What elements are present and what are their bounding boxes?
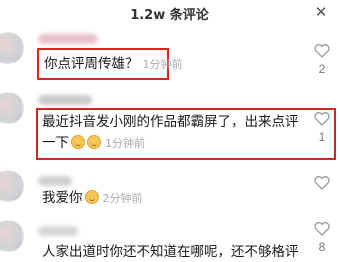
like-count: 8 xyxy=(318,240,326,254)
comment-body: 人家出道时你还不知道在哪呢，还不够格评 xyxy=(42,244,299,260)
smile-emoji-icon xyxy=(71,135,85,149)
heart-icon xyxy=(314,176,330,190)
comment-item: 你点评周传雄？ 1分钟前 2 xyxy=(0,30,339,90)
comments-header: 1.2w 条评论 ✕ xyxy=(0,0,339,26)
like-button[interactable]: 8 xyxy=(311,222,333,254)
comment-body: 你点评周传雄？ xyxy=(44,56,139,72)
comment-text: 我爱你 2分钟前 xyxy=(42,188,143,209)
username-redacted xyxy=(38,226,78,236)
close-icon[interactable]: ✕ xyxy=(313,4,329,20)
comment-body: 我爱你 xyxy=(42,190,83,206)
like-count: 1 xyxy=(318,130,326,144)
comment-time: 1分钟前 xyxy=(105,137,145,150)
comment-text: 最近抖音发小刚的作品都霸屏了，出来点评 一下 1分钟前 xyxy=(42,112,299,154)
avatar[interactable] xyxy=(0,170,24,202)
like-button[interactable] xyxy=(311,176,333,190)
heart-icon xyxy=(314,222,330,236)
heart-icon xyxy=(314,44,330,58)
avatar[interactable] xyxy=(0,32,24,64)
comments-count-title: 1.2w 条评论 xyxy=(130,8,209,23)
comment-body-line2: 一下 xyxy=(42,135,69,151)
comment-item: 最近抖音发小刚的作品都霸屏了，出来点评 一下 1分钟前 1 xyxy=(0,92,339,164)
smile-emoji-icon xyxy=(84,190,99,204)
username-redacted xyxy=(38,34,98,44)
avatar[interactable] xyxy=(0,220,24,252)
comment-time: 2分钟前 xyxy=(102,192,143,205)
heart-icon xyxy=(314,112,330,126)
comment-body-line1: 最近抖音发小刚的作品都霸屏了，出来点评 xyxy=(42,114,299,130)
username-redacted xyxy=(38,176,72,186)
comment-time: 1分钟前 xyxy=(142,58,183,71)
like-button[interactable]: 1 xyxy=(311,112,333,144)
avatar[interactable] xyxy=(0,92,24,124)
like-count: 2 xyxy=(318,62,326,76)
comment-item: 我爱你 2分钟前 xyxy=(0,170,339,215)
smile-emoji-icon xyxy=(87,135,101,149)
username-redacted xyxy=(38,95,92,105)
comment-text: 你点评周传雄？ 1分钟前 xyxy=(44,54,183,75)
like-button[interactable]: 2 xyxy=(311,44,333,76)
comment-text: 人家出道时你还不知道在哪呢，还不够格评 xyxy=(42,242,299,262)
comment-item: 人家出道时你还不知道在哪呢，还不够格评 8 xyxy=(0,220,339,262)
